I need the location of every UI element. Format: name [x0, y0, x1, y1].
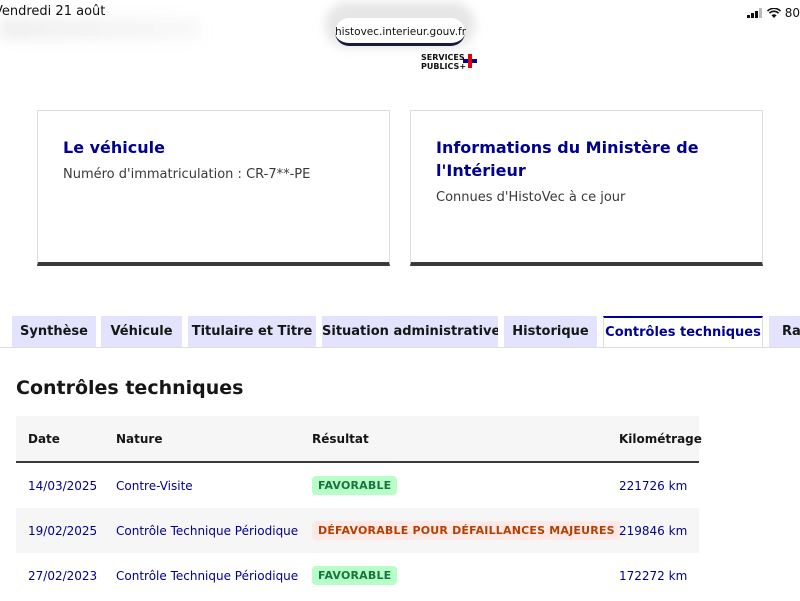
table-row: 19/02/2025 Contrôle Technique Périodique…: [16, 508, 699, 553]
vehicle-card-text: Numéro d'immatriculation : CR-7**-PE: [63, 167, 311, 182]
table-row: 27/02/2023 Contrôle Technique Périodique…: [16, 553, 699, 598]
tab-vehicule[interactable]: Véhicule: [101, 316, 182, 348]
tab-titulaire-et-titre[interactable]: Titulaire et Titre: [188, 316, 316, 348]
status-time: Vendredi 21 août: [0, 4, 106, 19]
vehicle-card: Le véhicule Numéro d'immatriculation : C…: [37, 110, 390, 266]
logo-line-2: PUBLICS+: [421, 62, 467, 71]
status-indicators: 80: [746, 6, 800, 20]
plus-logo-icon: [463, 54, 477, 68]
row-nature: Contrôle Technique Périodique: [116, 523, 299, 538]
column-kilometrage: Kilométrage: [619, 431, 702, 446]
tab-controles-techniques[interactable]: Contrôles techniques: [603, 316, 763, 349]
tab-historique[interactable]: Historique: [504, 316, 597, 348]
ministry-card-title: Informations du Ministère de l'Intérieur: [436, 138, 699, 180]
vehicle-card-title: Le véhicule: [63, 138, 165, 157]
row-result: DÉFAVORABLE POUR DÉFAILLANCES MAJEURES: [312, 508, 621, 553]
row-nature: Contre-Visite: [116, 478, 193, 493]
ministry-card: Informations du Ministère de l'Intérieur…: [410, 110, 763, 266]
battery-percent: 80: [784, 6, 800, 20]
row-km: 219846 km: [619, 523, 688, 538]
column-resultat: Résultat: [312, 431, 369, 446]
ministry-card-text: Connues d'HistoVec à ce jour: [436, 190, 626, 205]
result-badge: FAVORABLE: [312, 476, 398, 495]
row-km: 172272 km: [619, 568, 688, 583]
result-badge: DÉFAVORABLE POUR DÉFAILLANCES MAJEURES: [312, 521, 621, 540]
signal-icon: [746, 8, 762, 18]
row-date: 19/02/2025: [28, 523, 98, 538]
row-result: FAVORABLE: [312, 553, 398, 598]
section-title: Contrôles techniques: [16, 377, 244, 399]
column-nature: Nature: [116, 431, 163, 446]
tab-synthese[interactable]: Synthèse: [12, 316, 96, 348]
result-badge: FAVORABLE: [312, 566, 398, 585]
technical-controls-table: Date Nature Résultat Kilométrage 14/03/2…: [16, 416, 702, 598]
logo-line-1: SERVICES: [421, 53, 465, 62]
table-header: Date Nature Résultat Kilométrage: [16, 416, 702, 463]
url-bar[interactable]: histovec.interieur.gouv.fr: [335, 18, 466, 46]
wifi-icon: [766, 7, 781, 18]
row-km: 221726 km: [619, 478, 688, 493]
column-date: Date: [28, 431, 60, 446]
row-result: FAVORABLE: [312, 463, 398, 508]
tab-rapport[interactable]: Rapport: [769, 316, 800, 348]
tab-situation-administrative[interactable]: Situation administrative: [322, 316, 498, 348]
table-row: 14/03/2025 Contre-Visite FAVORABLE 22172…: [16, 463, 699, 508]
services-publics-logo: SERVICES PUBLICS+: [421, 53, 477, 71]
row-date: 14/03/2025: [28, 478, 98, 493]
tab-list: Synthèse Véhicule Titulaire et Titre Sit…: [0, 316, 800, 349]
row-date: 27/02/2023: [28, 568, 98, 583]
row-nature: Contrôle Technique Périodique: [116, 568, 299, 583]
blurred-browser-tab: [0, 18, 200, 40]
